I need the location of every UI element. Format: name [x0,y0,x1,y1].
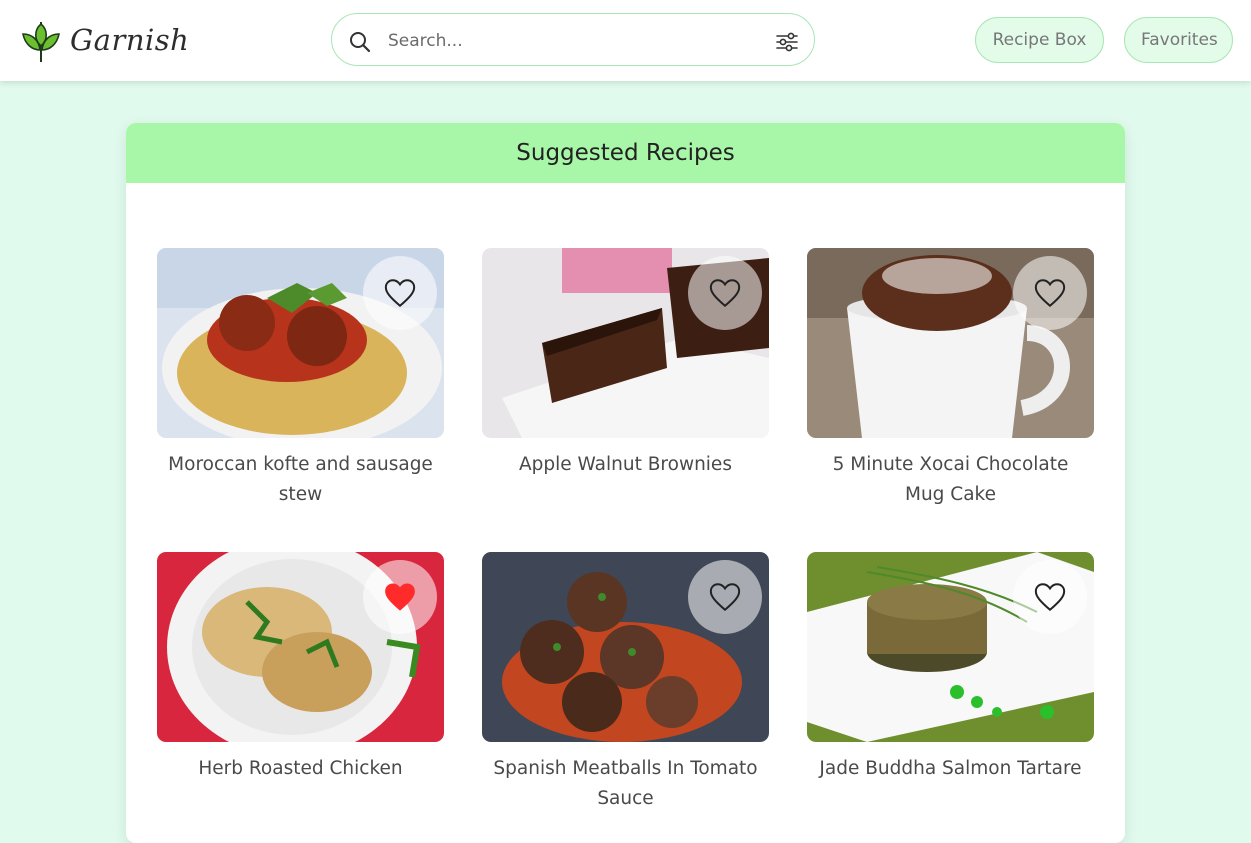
recipe-card[interactable]: Herb Roasted Chicken [157,552,444,784]
recipe-title[interactable]: Herb Roasted Chicken [157,754,444,784]
search-bar[interactable] [331,13,815,66]
recipe-image[interactable] [807,248,1094,438]
favorite-button[interactable] [363,256,437,330]
brand-name: Garnish [70,23,190,57]
recipe-card[interactable]: Spanish Meatballs In Tomato Sauce [482,552,769,814]
recipe-card[interactable]: Moroccan kofte and sausage stew [157,248,444,510]
recipe-image[interactable] [807,552,1094,742]
recipe-title[interactable]: 5 Minute Xocai Chocolate Mug Cake [807,450,1094,510]
suggested-recipes-card: Suggested Recipes Moroccan kofte and sau… [126,123,1125,843]
favorites-button[interactable]: Favorites [1124,17,1233,63]
heart-outline-icon [1034,279,1066,308]
heart-outline-icon [709,583,741,612]
recipe-card[interactable]: Apple Walnut Brownies [482,248,769,480]
recipe-card[interactable]: 5 Minute Xocai Chocolate Mug Cake [807,248,1094,510]
recipe-title[interactable]: Jade Buddha Salmon Tartare [807,754,1094,784]
recipe-title[interactable]: Moroccan kofte and sausage stew [157,450,444,510]
favorite-button[interactable] [363,560,437,634]
favorite-button[interactable] [1013,560,1087,634]
recipe-image[interactable] [482,248,769,438]
card-header: Suggested Recipes [126,123,1125,183]
recipe-box-button[interactable]: Recipe Box [975,17,1104,63]
recipe-image[interactable] [157,248,444,438]
heart-outline-icon [384,279,416,308]
favorite-button[interactable] [1013,256,1087,330]
recipe-title[interactable]: Spanish Meatballs In Tomato Sauce [482,754,769,814]
filter-sliders-icon[interactable] [775,30,799,54]
favorite-button[interactable] [688,560,762,634]
heart-filled-icon [385,583,415,611]
favorite-button[interactable] [688,256,762,330]
section-title: Suggested Recipes [516,140,735,166]
heart-outline-icon [709,279,741,308]
search-input[interactable] [386,26,770,56]
recipe-card[interactable]: Jade Buddha Salmon Tartare [807,552,1094,784]
recipe-image[interactable] [157,552,444,742]
brand[interactable]: Garnish [20,16,189,64]
top-nav-bar: Garnish Recipe Box Favorites [0,0,1251,81]
recipe-image[interactable] [482,552,769,742]
search-icon [350,32,371,53]
leaf-logo-icon [22,22,60,62]
recipe-title[interactable]: Apple Walnut Brownies [482,450,769,480]
heart-outline-icon [1034,583,1066,612]
